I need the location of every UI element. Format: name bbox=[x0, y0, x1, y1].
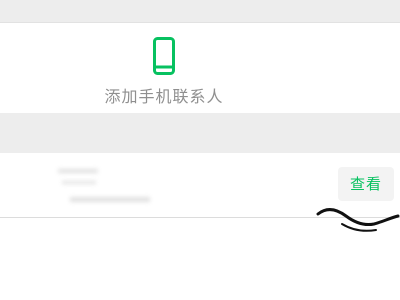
phone-icon bbox=[153, 37, 175, 75]
blurred-contact-detail bbox=[62, 181, 96, 184]
page: 添加手机联系人 查看 bbox=[0, 0, 400, 300]
add-phone-contact-label: 添加手机联系人 bbox=[104, 87, 224, 106]
top-section-band bbox=[0, 0, 400, 23]
pen-scribble-mark bbox=[316, 208, 400, 232]
view-button[interactable]: 查看 bbox=[338, 167, 394, 201]
add-phone-contact-entry[interactable]: 添加手机联系人 bbox=[0, 23, 400, 113]
blurred-contact-subtitle bbox=[70, 197, 150, 202]
section-divider-band bbox=[0, 113, 400, 153]
blurred-contact-name bbox=[58, 169, 98, 173]
